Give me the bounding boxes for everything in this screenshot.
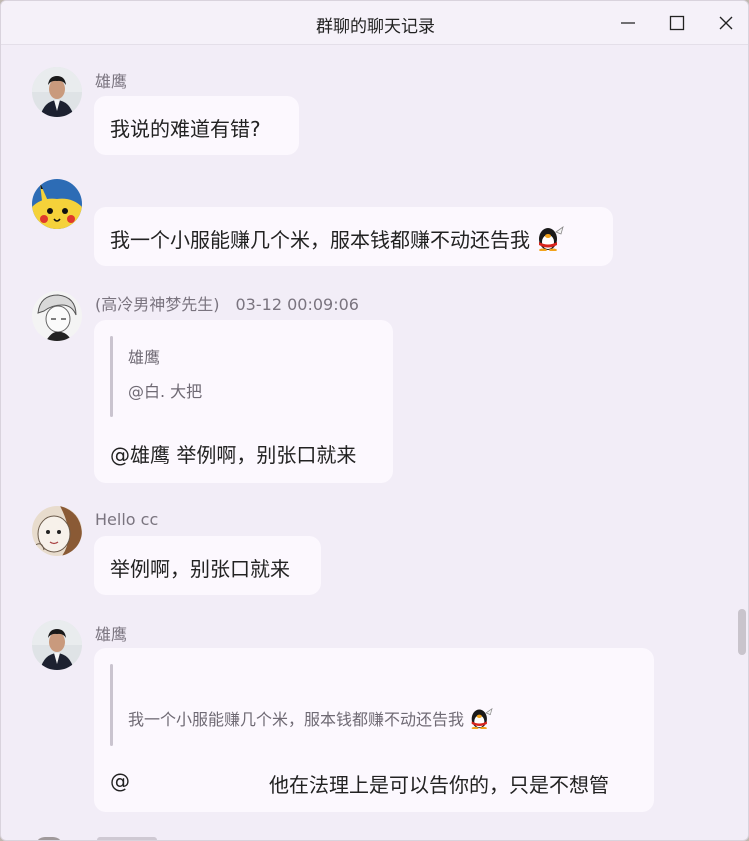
close-button[interactable]	[706, 7, 746, 39]
quoted-sender: 雄鹰	[128, 348, 161, 367]
mention-prefix: @	[110, 769, 130, 793]
avatar[interactable]	[32, 506, 82, 556]
qq-penguin-icon	[471, 707, 493, 729]
qq-penguin-icon	[539, 226, 565, 251]
message-item: (高冷男神梦先生) 03-12 00:09:06 雄鹰 @白. 大把 @雄鹰 举例…	[1, 291, 736, 503]
message-item: Hello cc 举例啊，别张口就来	[1, 503, 736, 618]
message-text: 举例啊，别张口就来	[110, 557, 290, 581]
sender-name: (高冷男神梦先生) 03-12 00:09:06	[95, 291, 359, 315]
message-bubble[interactable]: 我一个小服能赚几个米，服本钱都赚不动还告我	[94, 207, 613, 266]
quoted-text-content: 我一个小服能赚几个米，服本钱都赚不动还告我	[128, 710, 465, 729]
scrollbar-thumb[interactable]	[738, 609, 746, 655]
message-bubble[interactable]: 我一个小服能赚几个米，服本钱都赚不动还告我 @ 他在法理上是可以告你的，只是不想…	[94, 648, 654, 812]
maximize-icon	[669, 15, 685, 31]
avatar[interactable]	[35, 837, 63, 840]
sender-nickname: (高冷男神梦先生)	[95, 295, 220, 314]
message-text: 我说的难道有错?	[110, 117, 261, 141]
message-item: 雄鹰 我一个小服能赚几个米，服本钱都赚不动还告我 @ 他在法理上是可以告你的，只…	[1, 618, 736, 818]
message-item: 我一个小服能赚几个米，服本钱都赚不动还告我	[1, 161, 736, 291]
message-bubble[interactable]: 我说的难道有错?	[94, 96, 299, 155]
quote-bar	[110, 664, 113, 746]
message-bubble[interactable]: 举例啊，别张口就来	[94, 536, 321, 595]
sender-name: 雄鹰	[95, 72, 128, 91]
sender-name	[97, 837, 157, 840]
chat-history-window: 群聊的聊天记录 雄鹰 我说的难道有错? 我一个小服能赚几个米，服本钱都赚不动还告…	[0, 0, 749, 841]
message-text: @雄鹰 举例啊，别张口就来	[110, 443, 357, 467]
minimize-icon	[621, 22, 635, 24]
avatar[interactable]	[32, 291, 82, 341]
avatar[interactable]	[32, 179, 82, 229]
message-timestamp: 03-12 00:09:06	[235, 295, 359, 314]
title-bar[interactable]: 群聊的聊天记录	[1, 1, 748, 45]
sender-name: 雄鹰	[95, 625, 128, 644]
quoted-text: @白. 大把	[128, 382, 203, 401]
message-text: 我一个小服能赚几个米，服本钱都赚不动还告我	[110, 224, 565, 253]
message-item: 雄鹰 我说的难道有错?	[1, 46, 736, 161]
close-icon	[719, 16, 733, 30]
minimize-button[interactable]	[608, 7, 648, 39]
message-text: 他在法理上是可以告你的，只是不想管	[269, 773, 609, 797]
quote-bar	[110, 336, 113, 417]
sender-name: Hello cc	[95, 510, 159, 529]
scrollbar[interactable]	[736, 46, 748, 840]
maximize-button[interactable]	[657, 7, 697, 39]
message-list[interactable]: 雄鹰 我说的难道有错? 我一个小服能赚几个米，服本钱都赚不动还告我 (高冷男神梦…	[1, 46, 748, 840]
message-text-content: 我一个小服能赚几个米，服本钱都赚不动还告我	[110, 228, 530, 252]
message-bubble[interactable]: 雄鹰 @白. 大把 @雄鹰 举例啊，别张口就来	[94, 320, 393, 483]
avatar[interactable]	[32, 67, 82, 117]
avatar[interactable]	[32, 620, 82, 670]
quoted-text: 我一个小服能赚几个米，服本钱都赚不动还告我	[128, 706, 493, 730]
